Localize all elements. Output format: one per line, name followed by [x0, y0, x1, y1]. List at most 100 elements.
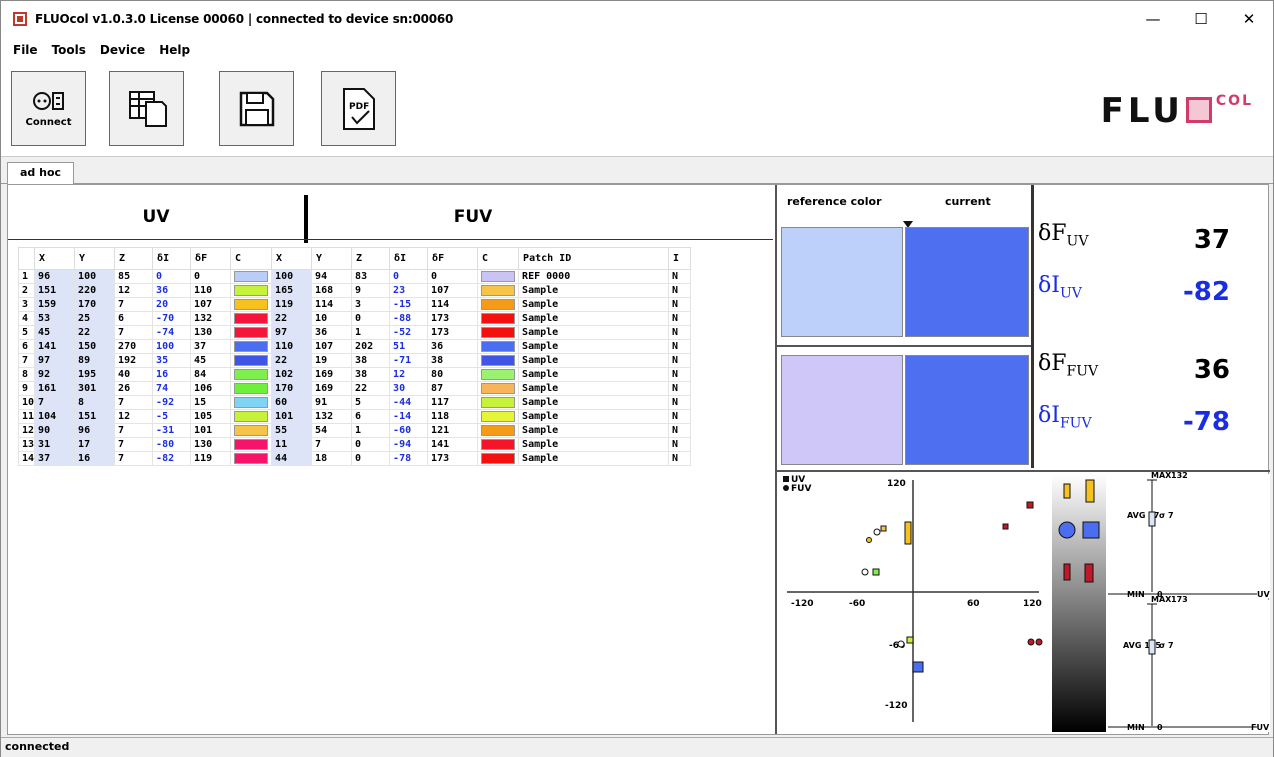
cell-fuv-di[interactable]: -15	[389, 297, 429, 312]
cell-uv-z[interactable]: 40	[114, 367, 154, 382]
cell-uv-y[interactable]: 96	[74, 423, 116, 438]
cell-uv-di[interactable]: 74	[152, 381, 192, 396]
cell-fuv-y[interactable]: 18	[311, 451, 353, 466]
cell-uv-di[interactable]: -31	[152, 423, 192, 438]
cell-uv-y[interactable]: 25	[74, 311, 116, 326]
cell-uv-z[interactable]: 12	[114, 283, 154, 298]
cell-patch-id[interactable]: Sample	[518, 381, 670, 396]
cell-fuv-z[interactable]: 22	[351, 381, 391, 396]
cell-fuv-di[interactable]: 23	[389, 283, 429, 298]
cell-patch-id[interactable]: Sample	[518, 367, 670, 382]
row-index[interactable]: 11	[17, 409, 36, 424]
cell-fuv-df[interactable]: 118	[427, 409, 479, 424]
cell-fuv-di[interactable]: -60	[389, 423, 429, 438]
cell-uv-y[interactable]: 301	[74, 381, 116, 396]
cell-uv-x[interactable]: 161	[34, 381, 76, 396]
cell-fuv-color[interactable]	[477, 381, 520, 396]
cell-i[interactable]: N	[668, 437, 692, 452]
cell-fuv-df[interactable]: 87	[427, 381, 479, 396]
cell-uv-di[interactable]: -70	[152, 311, 192, 326]
cell-fuv-y[interactable]: 114	[311, 297, 353, 312]
cell-fuv-z[interactable]: 38	[351, 367, 391, 382]
cell-uv-df[interactable]: 107	[190, 297, 232, 312]
cell-fuv-z[interactable]: 1	[351, 325, 391, 340]
cell-fuv-di[interactable]: -14	[389, 409, 429, 424]
cell-fuv-z[interactable]: 202	[351, 339, 391, 354]
cell-fuv-df[interactable]: 173	[427, 325, 479, 340]
cell-uv-z[interactable]: 270	[114, 339, 154, 354]
col-uv-z[interactable]: Z	[114, 247, 154, 270]
row-index[interactable]: 4	[17, 311, 36, 326]
cell-fuv-y[interactable]: 91	[311, 395, 353, 410]
col-uv-di[interactable]: δI	[152, 247, 192, 270]
cell-i[interactable]: N	[668, 451, 692, 466]
cell-uv-di[interactable]: 16	[152, 367, 192, 382]
cell-fuv-y[interactable]: 19	[311, 353, 353, 368]
cell-i[interactable]: N	[668, 283, 692, 298]
cell-uv-color[interactable]	[230, 395, 273, 410]
cell-fuv-x[interactable]: 102	[271, 367, 313, 382]
cell-fuv-z[interactable]: 0	[351, 311, 391, 326]
cell-fuv-y[interactable]: 168	[311, 283, 353, 298]
cell-uv-color[interactable]	[230, 423, 273, 438]
minimize-icon[interactable]: —	[1129, 1, 1177, 37]
cell-uv-df[interactable]: 132	[190, 311, 232, 326]
cell-uv-color[interactable]	[230, 325, 273, 340]
cell-fuv-y[interactable]: 36	[311, 325, 353, 340]
col-fuv-y[interactable]: Y	[311, 247, 353, 270]
row-index[interactable]: 12	[17, 423, 36, 438]
col-uv-color[interactable]: C	[230, 247, 273, 270]
cell-uv-y[interactable]: 100	[74, 269, 116, 284]
cell-uv-color[interactable]	[230, 297, 273, 312]
cell-fuv-df[interactable]: 80	[427, 367, 479, 382]
cell-fuv-y[interactable]: 132	[311, 409, 353, 424]
cell-uv-di[interactable]: -80	[152, 437, 192, 452]
table-row[interactable]: 8 92 195 40 16 84 102 169 38 12 80 Sample N	[17, 367, 692, 382]
col-fuv-z[interactable]: Z	[351, 247, 391, 270]
cell-fuv-x[interactable]: 165	[271, 283, 313, 298]
cell-fuv-x[interactable]: 11	[271, 437, 313, 452]
cell-fuv-x[interactable]: 55	[271, 423, 313, 438]
cell-uv-di[interactable]: 100	[152, 339, 192, 354]
cell-uv-color[interactable]	[230, 339, 273, 354]
cell-fuv-color[interactable]	[477, 339, 520, 354]
pdf-report-button[interactable]: PDF	[321, 71, 396, 146]
table-row[interactable]: 10 7 8 7 -92 15 60 91 5 -44 117 Sample N	[17, 395, 692, 410]
cell-uv-di[interactable]: -74	[152, 325, 192, 340]
cell-uv-df[interactable]: 106	[190, 381, 232, 396]
cell-fuv-x[interactable]: 110	[271, 339, 313, 354]
cell-patch-id[interactable]: Sample	[518, 409, 670, 424]
row-index[interactable]: 9	[17, 381, 36, 396]
cell-uv-z[interactable]: 7	[114, 297, 154, 312]
cell-fuv-color[interactable]	[477, 311, 520, 326]
cell-fuv-z[interactable]: 6	[351, 409, 391, 424]
cell-uv-y[interactable]: 150	[74, 339, 116, 354]
cell-fuv-di[interactable]: -94	[389, 437, 429, 452]
cell-fuv-x[interactable]: 119	[271, 297, 313, 312]
menu-tools[interactable]: Tools	[52, 43, 86, 57]
cell-fuv-color[interactable]	[477, 269, 520, 284]
table-row[interactable]: 7 97 89 192 35 45 22 19 38 -71 38 Sample N	[17, 353, 692, 368]
cell-fuv-z[interactable]: 5	[351, 395, 391, 410]
table-row[interactable]: 1 96 100 85 0 0 100 94 83 0 0 REF 0000 N	[17, 269, 692, 284]
maximize-icon[interactable]: ☐	[1177, 1, 1225, 37]
cell-uv-color[interactable]	[230, 367, 273, 382]
row-index[interactable]: 13	[17, 437, 36, 452]
cell-fuv-di[interactable]: -78	[389, 451, 429, 466]
cell-uv-z[interactable]: 7	[114, 451, 154, 466]
cell-uv-z[interactable]: 6	[114, 311, 154, 326]
cell-patch-id[interactable]: Sample	[518, 297, 670, 312]
col-fuv-color[interactable]: C	[477, 247, 520, 270]
cell-uv-di[interactable]: -5	[152, 409, 192, 424]
table-row[interactable]: 2 151 220 12 36 110 165 168 9 23 107 Sample N	[17, 283, 692, 298]
cell-patch-id[interactable]: Sample	[518, 423, 670, 438]
cell-fuv-z[interactable]: 0	[351, 437, 391, 452]
tab-ad-hoc[interactable]: ad hoc	[7, 162, 75, 184]
cell-uv-x[interactable]: 97	[34, 353, 76, 368]
table-row[interactable]: 5 45 22 7 -74 130 97 36 1 -52 173 Sample N	[17, 325, 692, 340]
cell-uv-y[interactable]: 16	[74, 451, 116, 466]
cell-patch-id[interactable]: Sample	[518, 283, 670, 298]
cell-fuv-df[interactable]: 0	[427, 269, 479, 284]
cell-uv-di[interactable]: 20	[152, 297, 192, 312]
cell-i[interactable]: N	[668, 269, 692, 284]
